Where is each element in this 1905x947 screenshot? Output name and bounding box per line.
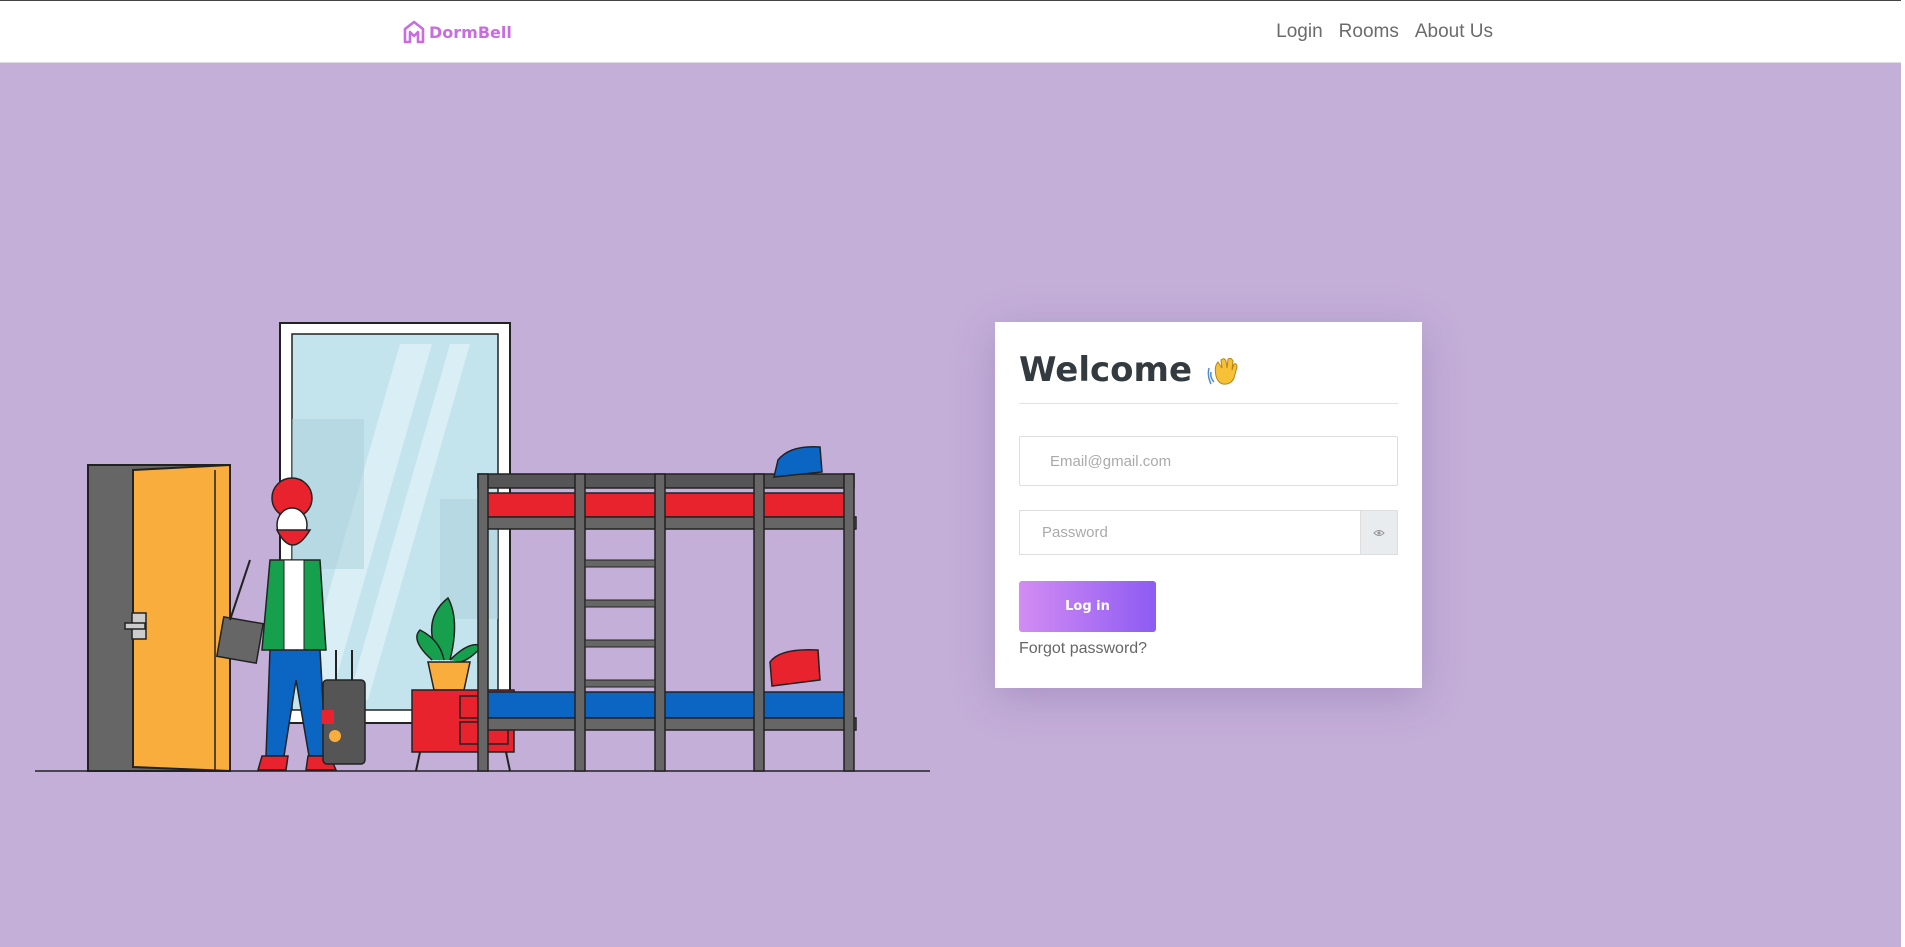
- nav-rooms-link[interactable]: Rooms: [1339, 21, 1399, 43]
- nav-about-link[interactable]: About Us: [1415, 21, 1493, 43]
- welcome-title: Welcome: [1019, 350, 1193, 390]
- dorm-room-illustration: [35, 322, 930, 773]
- page-scrollbar[interactable]: [1901, 0, 1905, 947]
- login-button[interactable]: Log in: [1019, 581, 1156, 632]
- brand-logo[interactable]: DormBell: [403, 20, 512, 44]
- door-shape: [87, 463, 231, 773]
- password-group: [1019, 510, 1398, 555]
- top-navbar: DormBell Login Rooms About Us: [0, 0, 1905, 63]
- bunk-bed-shape: [477, 446, 857, 772]
- card-divider: [1019, 403, 1398, 404]
- waving-hand-icon: [1207, 357, 1238, 385]
- password-visibility-toggle[interactable]: [1360, 510, 1398, 555]
- forgot-password-link[interactable]: Forgot password?: [1019, 640, 1147, 658]
- nav-links: Login Rooms About Us: [1276, 21, 1493, 43]
- eye-icon: [1373, 529, 1385, 536]
- login-card: Welcome Log in Forgot password?: [995, 322, 1422, 688]
- house-logo-icon: [403, 20, 425, 44]
- email-field[interactable]: [1019, 436, 1398, 486]
- welcome-heading: Welcome: [1019, 350, 1242, 390]
- nav-login-link[interactable]: Login: [1276, 21, 1323, 43]
- brand-name: DormBell: [429, 22, 512, 42]
- password-field[interactable]: [1019, 510, 1361, 555]
